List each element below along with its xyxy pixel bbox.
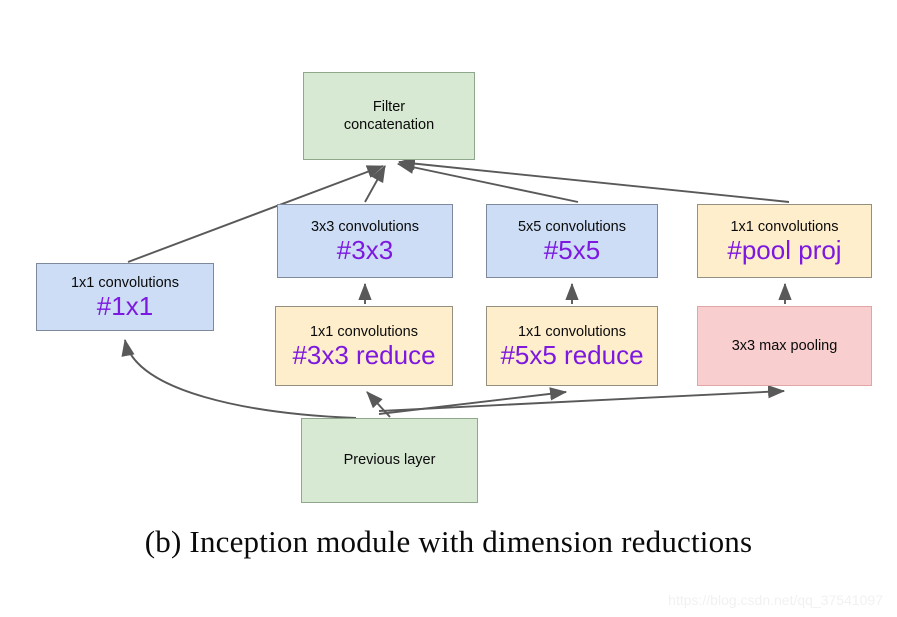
- node-3x3-max-pooling-label: 3x3 max pooling: [731, 337, 838, 354]
- node-previous-layer-label: Previous layer: [343, 452, 436, 469]
- node-5x5-convolutions[interactable]: 5x5 convolutions #5x5: [486, 204, 658, 278]
- node-5x5-convolutions-accent: #5x5: [543, 234, 601, 265]
- edge-prev-to-reduce5x5: [378, 387, 568, 415]
- node-1x1-convolutions-left[interactable]: 1x1 convolutions #1x1: [36, 263, 214, 331]
- node-1x1-convolutions-left-accent: #1x1: [96, 290, 154, 321]
- node-filter-concatenation[interactable]: Filter concatenation: [303, 72, 475, 160]
- edge-prev-to-reduce3x3: [366, 391, 391, 418]
- inception-module-diagram: Filter concatenation 1x1 convolutions #1…: [0, 0, 897, 617]
- node-3x3-reduce[interactable]: 1x1 convolutions #3x3 reduce: [275, 306, 453, 386]
- node-pool-projection-accent: #pool proj: [727, 234, 842, 265]
- node-3x3-convolutions[interactable]: 3x3 convolutions #3x3: [277, 204, 453, 278]
- edge-conv5x5-to-concat: [396, 160, 579, 203]
- edge-conv3x3-to-concat: [364, 165, 386, 203]
- figure-caption: (b) Inception module with dimension redu…: [144, 524, 753, 559]
- node-3x3-convolutions-label: 3x3 convolutions: [310, 218, 419, 235]
- node-5x5-convolutions-label: 5x5 convolutions: [517, 218, 626, 235]
- node-pool-projection[interactable]: 1x1 convolutions #pool proj: [697, 204, 872, 278]
- node-previous-layer[interactable]: Previous layer: [301, 418, 478, 503]
- node-filter-concatenation-label-line1: Filter: [372, 98, 406, 115]
- edge-poolproj-to-concat: [397, 157, 790, 203]
- source-watermark: https://blog.csdn.net/qq_37541097: [668, 592, 883, 608]
- node-5x5-reduce-accent: #5x5 reduce: [500, 339, 644, 370]
- node-3x3-reduce-label: 1x1 convolutions: [309, 323, 418, 340]
- node-1x1-convolutions-left-label: 1x1 convolutions: [70, 274, 179, 291]
- edge-prev-to-maxpool: [378, 385, 786, 412]
- node-5x5-reduce-label: 1x1 convolutions: [517, 323, 626, 340]
- node-3x3-reduce-accent: #3x3 reduce: [292, 339, 436, 370]
- node-5x5-reduce[interactable]: 1x1 convolutions #5x5 reduce: [486, 306, 658, 386]
- node-pool-projection-label: 1x1 convolutions: [730, 218, 839, 235]
- node-3x3-max-pooling[interactable]: 3x3 max pooling: [697, 306, 872, 386]
- node-filter-concatenation-label-line2: concatenation: [343, 117, 435, 133]
- node-3x3-convolutions-accent: #3x3: [336, 234, 394, 265]
